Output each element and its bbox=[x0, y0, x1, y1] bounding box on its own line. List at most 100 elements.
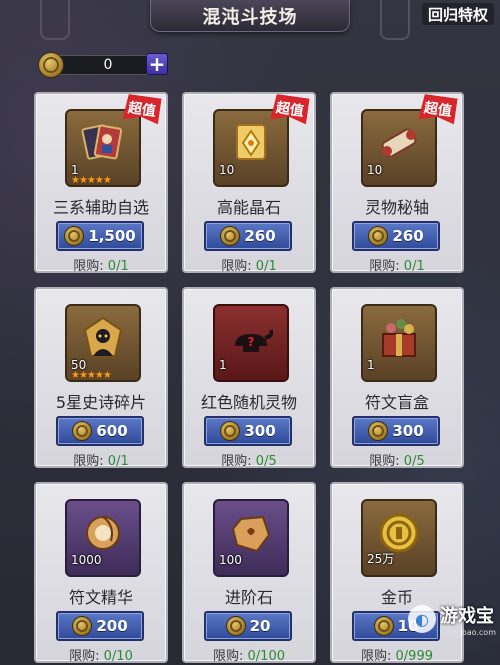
purchase-limit: 限购: 0/5 bbox=[184, 450, 314, 469]
item-name: 红色随机灵物 bbox=[200, 393, 297, 412]
item-quantity: 1 bbox=[219, 358, 227, 372]
rune-essence-icon bbox=[86, 516, 120, 550]
buy-button[interactable]: 260 bbox=[352, 221, 440, 251]
item-name: 高能晶石 bbox=[216, 198, 281, 217]
add-currency-button[interactable]: + bbox=[146, 53, 168, 75]
item-price: 600 bbox=[96, 422, 128, 440]
limit-label: 限购: bbox=[221, 454, 252, 469]
item-frame: 10 bbox=[213, 109, 289, 187]
purchase-limit: 限购: 0/5 bbox=[332, 450, 462, 469]
item-price: 1,500 bbox=[88, 227, 136, 245]
limit-label: 限购: bbox=[369, 259, 400, 274]
item-name: 符文盲盒 bbox=[364, 393, 429, 412]
star-rating: ★★★★★ bbox=[71, 175, 112, 186]
limit-value: 0/1 bbox=[403, 259, 425, 274]
item-name: 灵物秘轴 bbox=[364, 198, 429, 217]
limit-value: 0/10 bbox=[103, 649, 133, 664]
buy-button[interactable]: 1,500 bbox=[56, 221, 144, 251]
item-frame: 100 bbox=[213, 499, 289, 577]
limit-value: 0/5 bbox=[403, 454, 425, 469]
item-price: 260 bbox=[244, 227, 276, 245]
coin-icon bbox=[72, 421, 93, 441]
item-price: 260 bbox=[392, 227, 424, 245]
purchase-limit: 限购: 0/999 bbox=[332, 645, 462, 664]
limit-value: 0/100 bbox=[247, 649, 285, 664]
shop-item-card[interactable]: 10 超值 灵物秘轴 260 限购: 0/1 bbox=[330, 92, 464, 274]
top-bar: 混沌斗技场 回归特权 bbox=[0, 0, 500, 40]
star-rating: ★★★★★ bbox=[71, 370, 112, 381]
scroll-icon bbox=[381, 128, 417, 158]
item-quantity: 100 bbox=[219, 553, 242, 567]
watermark-logo-icon: ◐ bbox=[407, 605, 436, 633]
item-quantity: 1 bbox=[367, 358, 375, 372]
item-frame: 50 ★★★★★ bbox=[65, 304, 141, 382]
item-quantity: 1000 bbox=[71, 553, 102, 567]
item-price: 300 bbox=[244, 422, 276, 440]
return-privilege-button[interactable]: 回归特权 bbox=[421, 3, 494, 25]
shop-item-card[interactable]: 1000 符文精华 200 限购: 0/10 bbox=[34, 482, 168, 664]
purchase-limit: 限购: 0/1 bbox=[36, 450, 166, 469]
limit-label: 限购: bbox=[361, 649, 392, 664]
item-name: 5星史诗碎片 bbox=[55, 393, 147, 412]
purchase-limit: 限购: 0/1 bbox=[332, 255, 462, 274]
limit-value: 0/1 bbox=[107, 454, 129, 469]
item-quantity: 25万 bbox=[367, 552, 395, 566]
limit-label: 限购: bbox=[221, 259, 252, 274]
coin-icon bbox=[368, 226, 389, 246]
currency-bar: 0 + bbox=[38, 52, 168, 78]
coin-icon bbox=[220, 226, 241, 246]
shop-item-card[interactable]: 50 ★★★★★ 5星史诗碎片 600 限购: 0/1 bbox=[34, 287, 168, 469]
item-frame: 1000 bbox=[65, 499, 141, 577]
item-frame: 1 bbox=[361, 304, 437, 382]
coin-icon bbox=[38, 52, 64, 78]
frame-deco-right bbox=[380, 0, 410, 40]
watermark-en: youxibao.com bbox=[439, 627, 496, 637]
purchase-limit: 限购: 0/1 bbox=[36, 255, 166, 274]
coin-icon bbox=[373, 616, 394, 636]
shop-item-card[interactable]: 1 ★★★★★ 超值 三系辅助自选 1,500 限购: 0/1 bbox=[34, 92, 168, 274]
buy-button[interactable]: 200 bbox=[56, 611, 144, 641]
limit-value: 0/999 bbox=[395, 649, 433, 664]
item-quantity: 10 bbox=[219, 163, 235, 177]
page-title: 混沌斗技场 bbox=[202, 6, 298, 28]
item-name: 符文精华 bbox=[68, 588, 133, 607]
gold-coin-icon bbox=[379, 513, 419, 553]
buy-button[interactable]: 300 bbox=[352, 416, 440, 446]
item-frame: 1 ★★★★★ bbox=[65, 109, 141, 187]
mystery-lamp-icon: ? bbox=[235, 329, 273, 352]
item-price: 300 bbox=[392, 422, 424, 440]
title-plate: 混沌斗技场 bbox=[150, 0, 350, 32]
limit-label: 限购: bbox=[69, 649, 100, 664]
limit-label: 限购: bbox=[369, 454, 400, 469]
buy-button[interactable]: 600 bbox=[56, 416, 144, 446]
shop-item-card[interactable]: 1 符文盲盒 300 限购: 0/5 bbox=[330, 287, 464, 469]
advance-stone-icon bbox=[231, 515, 271, 553]
item-quantity: 10 bbox=[367, 163, 383, 177]
shop-item-card[interactable]: 10 超值 高能晶石 260 限购: 0/1 bbox=[182, 92, 316, 274]
shop-grid: 1 ★★★★★ 超值 三系辅助自选 1,500 限购: 0/1 10 超值 高能… bbox=[34, 92, 464, 664]
item-frame: 25万 bbox=[361, 499, 437, 577]
watermark: ◐ 游戏宝 youxibao.com bbox=[407, 601, 496, 637]
coin-icon bbox=[64, 226, 85, 246]
coin-icon bbox=[72, 616, 93, 636]
purchase-limit: 限购: 0/100 bbox=[184, 645, 314, 664]
purchase-limit: 限购: 0/1 bbox=[184, 255, 314, 274]
buy-button[interactable]: 20 bbox=[204, 611, 292, 641]
item-price: 20 bbox=[249, 617, 271, 635]
buy-button[interactable]: 300 bbox=[204, 416, 292, 446]
watermark-text: 游戏宝 youxibao.com bbox=[440, 602, 496, 637]
shop-item-card[interactable]: ? 1 红色随机灵物 300 限购: 0/5 bbox=[182, 287, 316, 469]
buy-button[interactable]: 260 bbox=[204, 221, 292, 251]
svg-text:?: ? bbox=[248, 335, 255, 349]
item-name: 三系辅助自选 bbox=[52, 198, 149, 217]
currency-amount: 0 bbox=[103, 57, 113, 73]
shop-item-card[interactable]: 100 进阶石 20 限购: 0/100 bbox=[182, 482, 316, 664]
item-name: 进阶石 bbox=[224, 588, 273, 607]
limit-value: 0/5 bbox=[255, 454, 277, 469]
portrait-cards-icon bbox=[81, 124, 123, 160]
item-frame: ? 1 bbox=[213, 304, 289, 382]
limit-label: 限购: bbox=[73, 454, 104, 469]
limit-label: 限购: bbox=[213, 649, 244, 664]
coin-icon bbox=[220, 421, 241, 441]
purchase-limit: 限购: 0/10 bbox=[36, 645, 166, 664]
